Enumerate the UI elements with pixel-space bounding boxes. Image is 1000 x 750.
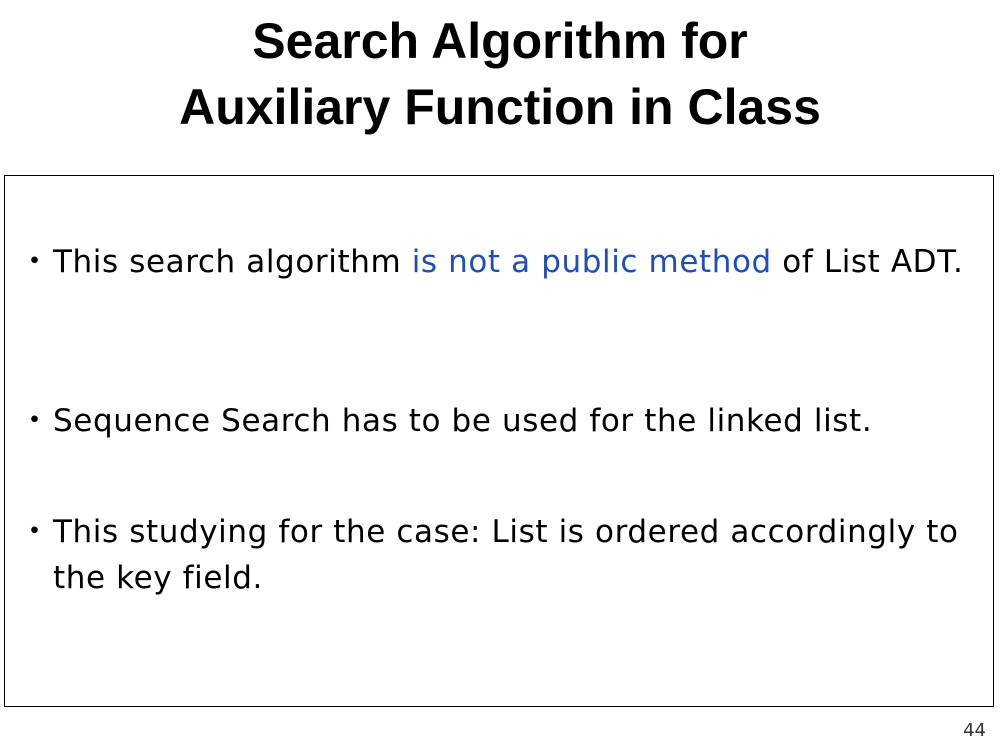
bullet-item-2: ・ Sequence Search has to be used for the…	[19, 398, 969, 444]
bullet-marker-icon: ・	[19, 244, 51, 280]
slide-title-line-1: Search Algorithm for	[252, 13, 748, 69]
slide-title-line-2: Auxiliary Function in Class	[179, 79, 821, 135]
content-box: ・ This search algorithm is not a public …	[4, 175, 994, 707]
bullet-1-after: of List ADT.	[771, 244, 964, 280]
bullet-text-1: This search algorithm is not a public me…	[53, 239, 969, 285]
bullet-1-before: This search algorithm	[53, 244, 412, 280]
bullet-item-3: ・ This studying for the case: List is or…	[19, 509, 969, 601]
slide-title: Search Algorithm for Auxiliary Function …	[0, 8, 1000, 140]
bullet-item-1: ・ This search algorithm is not a public …	[19, 239, 969, 285]
bullet-text-2: Sequence Search has to be used for the l…	[53, 403, 873, 439]
bullet-text-3: This studying for the case: List is orde…	[53, 514, 959, 596]
bullet-1-highlight: is not a public method	[411, 244, 772, 280]
page-number: 44	[963, 720, 986, 741]
bullet-marker-icon: ・	[19, 514, 51, 550]
bullet-marker-icon: ・	[19, 403, 51, 439]
